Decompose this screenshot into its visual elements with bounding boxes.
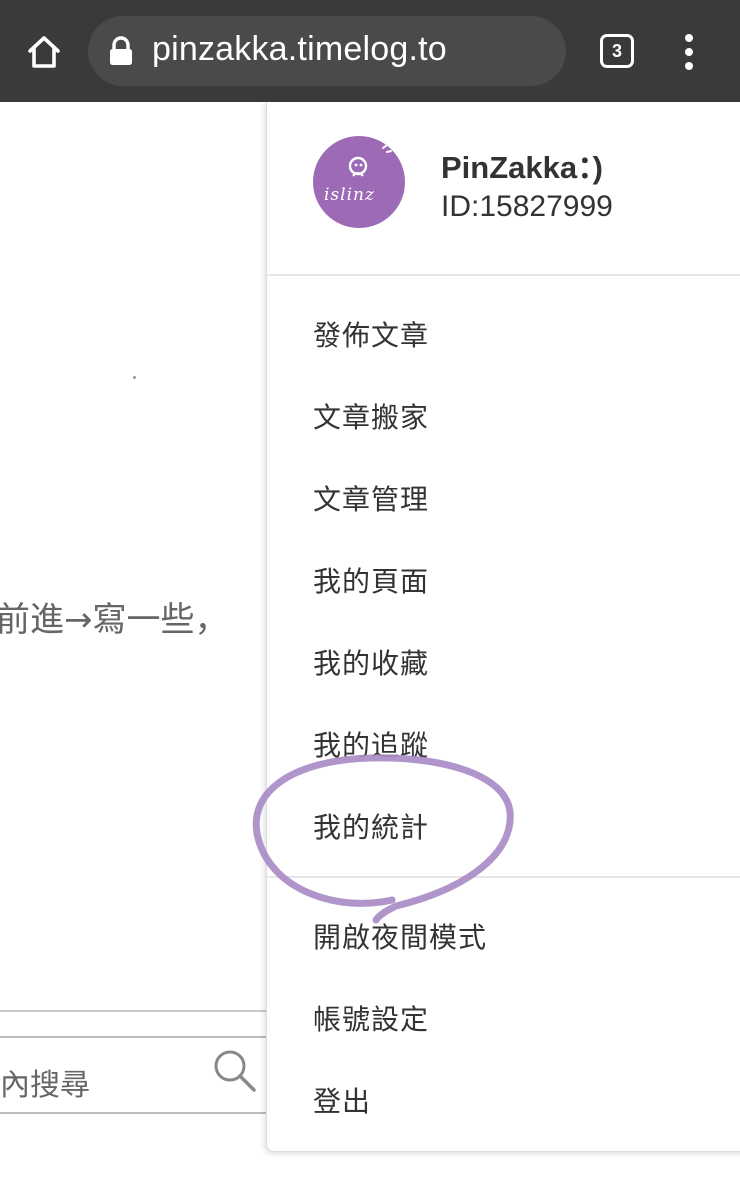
menu-item-statistics[interactable]: 我的統計: [313, 806, 429, 846]
menu-item-publish[interactable]: 發佈文章: [313, 314, 429, 354]
menu-item-night-mode[interactable]: 開啟夜間模式: [313, 916, 487, 956]
avatar-text: islinz: [324, 185, 375, 205]
menu-item-favorites[interactable]: 我的收藏: [313, 642, 429, 682]
tab-switcher-button[interactable]: 3: [600, 34, 634, 68]
menu-divider: [267, 876, 740, 878]
more-vert-icon[interactable]: [676, 32, 702, 72]
user-id: ID:15827999: [441, 190, 613, 223]
home-icon: [28, 36, 60, 68]
address-bar[interactable]: pinzakka.timelog.to: [88, 16, 566, 86]
menu-item-logout[interactable]: 登出: [313, 1080, 371, 1120]
avatar[interactable]: islinz: [313, 136, 405, 228]
search-icon[interactable]: [210, 1046, 260, 1096]
tab-count: 3: [611, 40, 622, 61]
user-menu-panel: islinz PinZakka：) ID:15827999 發佈文章 文章搬家 …: [266, 102, 740, 1152]
menu-item-following[interactable]: 我的追蹤: [313, 724, 429, 764]
bg-divider: [0, 1010, 266, 1012]
menu-item-my-page[interactable]: 我的頁面: [313, 560, 429, 600]
lock-icon: [110, 36, 132, 65]
user-name: PinZakka：): [441, 150, 603, 185]
browser-toolbar: pinzakka.timelog.to 3: [0, 0, 740, 102]
home-button[interactable]: [22, 30, 66, 74]
menu-item-manage-posts[interactable]: 文章管理: [313, 478, 429, 518]
menu-divider: [267, 274, 740, 276]
menu-item-account-settings[interactable]: 帳號設定: [313, 998, 429, 1038]
site-search-placeholder: 內搜尋: [0, 1068, 90, 1103]
url-text: pinzakka.timelog.to: [152, 30, 447, 68]
avatar-logo-icon: [348, 144, 392, 177]
article-text-fragment: 前進→寫一些，: [0, 600, 229, 640]
bg-dot: [133, 376, 136, 379]
menu-item-move-blog[interactable]: 文章搬家: [313, 396, 429, 436]
